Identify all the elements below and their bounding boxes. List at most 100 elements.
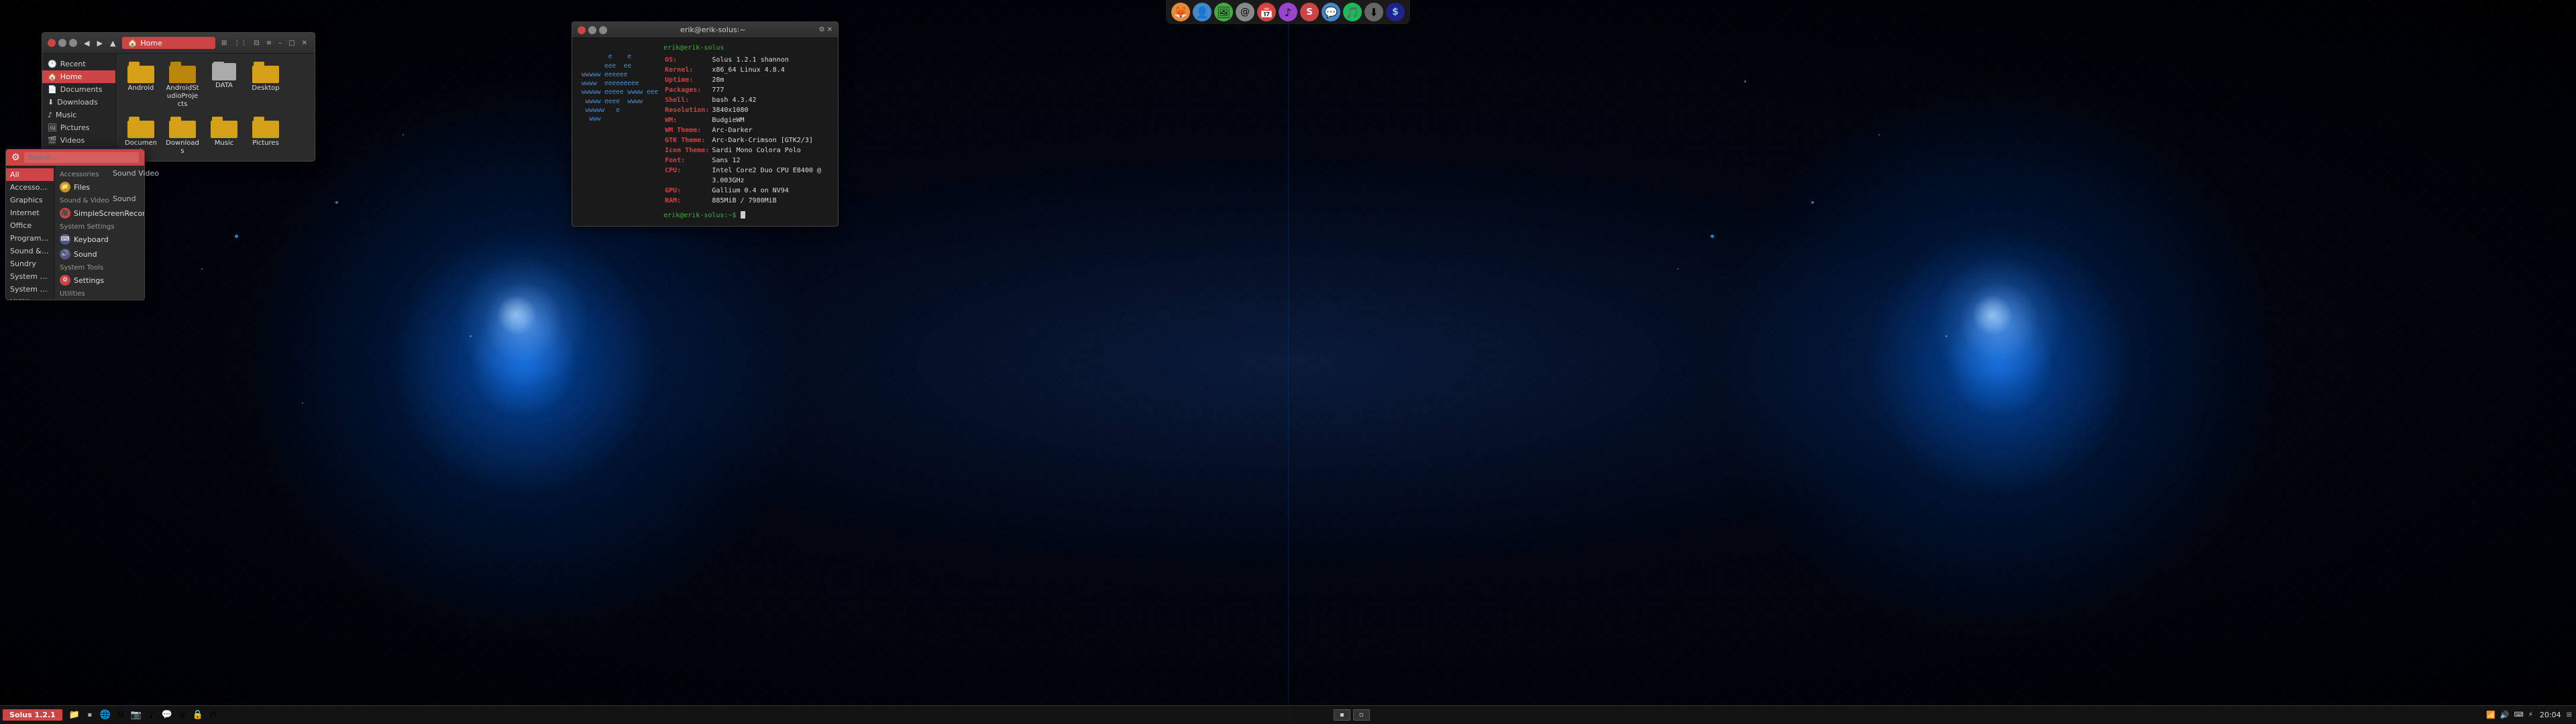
font-val: Sans 12 — [710, 156, 833, 166]
category-sundry[interactable]: Sundry — [6, 257, 54, 270]
back-button[interactable]: ◀ — [81, 38, 92, 48]
dollar-dock-icon[interactable]: $ — [1386, 3, 1405, 21]
firefox-dock-icon[interactable]: 🦊 — [1171, 3, 1190, 21]
taskbar-settings-icon[interactable]: ⚙ — [114, 709, 127, 722]
category-internet[interactable]: Internet — [6, 206, 54, 219]
window-min[interactable]: – — [276, 39, 284, 48]
wmtheme-key: WM Theme: — [663, 125, 710, 135]
taskbar-chat-icon[interactable]: 💬 — [160, 709, 174, 722]
close-button[interactable] — [48, 39, 56, 47]
sidebar-item-pictures[interactable]: 🖼 Pictures — [42, 121, 115, 134]
sidebar-item-music[interactable]: ♪ Music — [42, 109, 115, 121]
app-search-input[interactable] — [24, 152, 139, 163]
spotify-dock-icon[interactable]: 🎵 — [1343, 3, 1362, 21]
terminal-settings-icon[interactable]: ⚙ — [819, 26, 825, 34]
split-button[interactable]: ⊟ — [252, 39, 261, 48]
email-dock-icon[interactable]: @ — [1236, 3, 1254, 21]
window-max[interactable]: □ — [286, 39, 297, 48]
taskbar-lock-icon[interactable]: 🔒 — [191, 709, 205, 722]
sound-icon: 🔊 — [60, 249, 70, 259]
packages-key: Packages: — [663, 85, 710, 95]
app-item-keyboard[interactable]: ⌨ Keyboard — [54, 232, 144, 247]
app-item-files[interactable]: 📁 Files — [54, 180, 144, 194]
file-item-androidstudio[interactable]: AndroidStudioProjects — [163, 59, 202, 111]
kernel-val: x86_64 Linux 4.8.4 — [710, 65, 833, 75]
chat-dock-icon[interactable]: 💬 — [1322, 3, 1340, 21]
taskbar-music-icon[interactable]: ♪ — [145, 709, 158, 722]
terminal-min-button[interactable] — [588, 26, 596, 34]
terminal-prompt-line[interactable]: erik@erik-solus:~$ — [663, 211, 833, 221]
category-office[interactable]: Office — [6, 219, 54, 232]
volume-tray-icon[interactable]: 🔊 — [2499, 711, 2511, 719]
taskbar-email-icon[interactable]: @ — [176, 709, 189, 722]
category-graphics[interactable]: Graphics — [6, 194, 54, 206]
maximize-button[interactable] — [69, 39, 77, 47]
file-manager-body: 🕐 Recent 🏠 Home 📄 Documents ⬇ Downloads … — [42, 54, 315, 161]
solus-dock-icon[interactable]: S — [1300, 3, 1319, 21]
user-dock-icon[interactable]: 👤 — [1193, 3, 1212, 21]
keyboard-tray-icon[interactable]: ⌨ — [2512, 711, 2524, 719]
music-dock-icon[interactable]: ♪ — [1279, 3, 1297, 21]
taskbar-desktop-btn[interactable]: ▪ — [1334, 709, 1350, 721]
file-item-downloads[interactable]: Downloads — [163, 114, 202, 161]
system-tray: 📶 🔊 ⌨ ⚡ — [2485, 711, 2534, 719]
app-item-settings[interactable]: ⚙ Settings — [54, 273, 144, 288]
file-item-music[interactable]: Music — [205, 114, 244, 161]
start-button[interactable]: Solus 1.2.1 — [3, 709, 62, 721]
wm-val: BudgieWM — [710, 115, 833, 125]
sidebar-item-downloads[interactable]: ⬇ Downloads — [42, 96, 115, 109]
file-item-data[interactable]: DATA — [205, 59, 244, 111]
category-utilities[interactable]: Utilities — [6, 296, 54, 300]
gtktheme-key: GTK Theme: — [663, 135, 710, 145]
downloads-icon: ⬇ — [48, 98, 54, 107]
location-bar[interactable]: 🏠 Home — [122, 37, 215, 49]
new-tab-button[interactable]: ⊞ — [219, 39, 229, 48]
tray-extra-icon[interactable]: ⊞ — [2567, 711, 2572, 719]
category-system-tools[interactable]: System Tools — [6, 283, 54, 296]
info-row-kernel: Kernel: x86_64 Linux 4.8.4 — [663, 65, 833, 75]
minimize-button[interactable] — [58, 39, 66, 47]
sidebar-item-documents[interactable]: 📄 Documents — [42, 83, 115, 96]
os-val: Solus 1.2.1 shannon — [710, 55, 833, 65]
calendar-dock-icon[interactable]: 📅 — [1257, 3, 1276, 21]
category-accessories[interactable]: Accessories — [6, 181, 54, 194]
resolution-key: Resolution: — [663, 105, 710, 115]
category-all[interactable]: All — [6, 168, 54, 181]
terminal-max-button[interactable] — [599, 26, 607, 34]
terminal-close-button[interactable] — [578, 26, 586, 34]
app-item-tweaktool[interactable]: 🔧 Tweak Tool — [54, 299, 144, 300]
network-tray-icon[interactable]: 📶 — [2485, 711, 2497, 719]
app-item-sound[interactable]: 🔊 Sound — [54, 247, 144, 261]
sidebar-item-videos[interactable]: 🎬 Videos — [42, 134, 115, 147]
taskbar-screenshot-icon[interactable]: 📷 — [129, 709, 143, 722]
view-button[interactable]: ⋮⋮ — [231, 39, 249, 48]
gpu-val: Gallium 0.4 on NV94 — [710, 186, 833, 196]
taskbar-terminal-icon[interactable]: ▪ — [83, 709, 97, 722]
up-button[interactable]: ▲ — [107, 38, 118, 48]
category-sound-video[interactable]: Sound & Video — [6, 245, 54, 257]
taskbar-power-icon[interactable]: ⏻ — [207, 709, 220, 722]
file-item-android[interactable]: Android — [121, 59, 160, 111]
file-manager-window: ◀ ▶ ▲ 🏠 Home ⊞ ⋮⋮ ⊟ ≡ – □ ✕ 🕐 Recent 🏠 H… — [42, 32, 315, 162]
toolbar-button[interactable]: ≡ — [264, 39, 274, 48]
section-syssettings-header: System Settings — [54, 221, 144, 232]
category-programming[interactable]: Programming — [6, 232, 54, 245]
files-label: Files — [74, 183, 90, 192]
taskbar-filemanager-icon[interactable]: 📁 — [68, 709, 81, 722]
info-row-packages: Packages: 777 — [663, 85, 833, 95]
file-item-desktop[interactable]: Desktop — [246, 59, 285, 111]
download-dock-icon[interactable]: ⬇ — [1364, 3, 1383, 21]
screencap-icon: 🎥 — [60, 208, 70, 219]
app-item-screencap[interactable]: 🎥 SimpleScreenRecorder — [54, 206, 144, 221]
category-system-settings[interactable]: System Settings — [6, 270, 54, 283]
file-item-pictures[interactable]: Pictures — [246, 114, 285, 161]
forward-button[interactable]: ▶ — [94, 38, 105, 48]
sidebar-item-home[interactable]: 🏠 Home — [42, 70, 115, 83]
sidebar-item-recent[interactable]: 🕐 Recent — [42, 58, 115, 70]
battery-tray-icon[interactable]: ⚡ — [2527, 711, 2534, 719]
taskbar-browser-icon[interactable]: 🌐 — [99, 709, 112, 722]
taskbar-window-btn[interactable]: ▫ — [1353, 709, 1370, 721]
terminal-close-x[interactable]: ✕ — [827, 26, 833, 34]
window-close[interactable]: ✕ — [300, 39, 309, 48]
photos-dock-icon[interactable]: 🖼 — [1214, 3, 1233, 21]
